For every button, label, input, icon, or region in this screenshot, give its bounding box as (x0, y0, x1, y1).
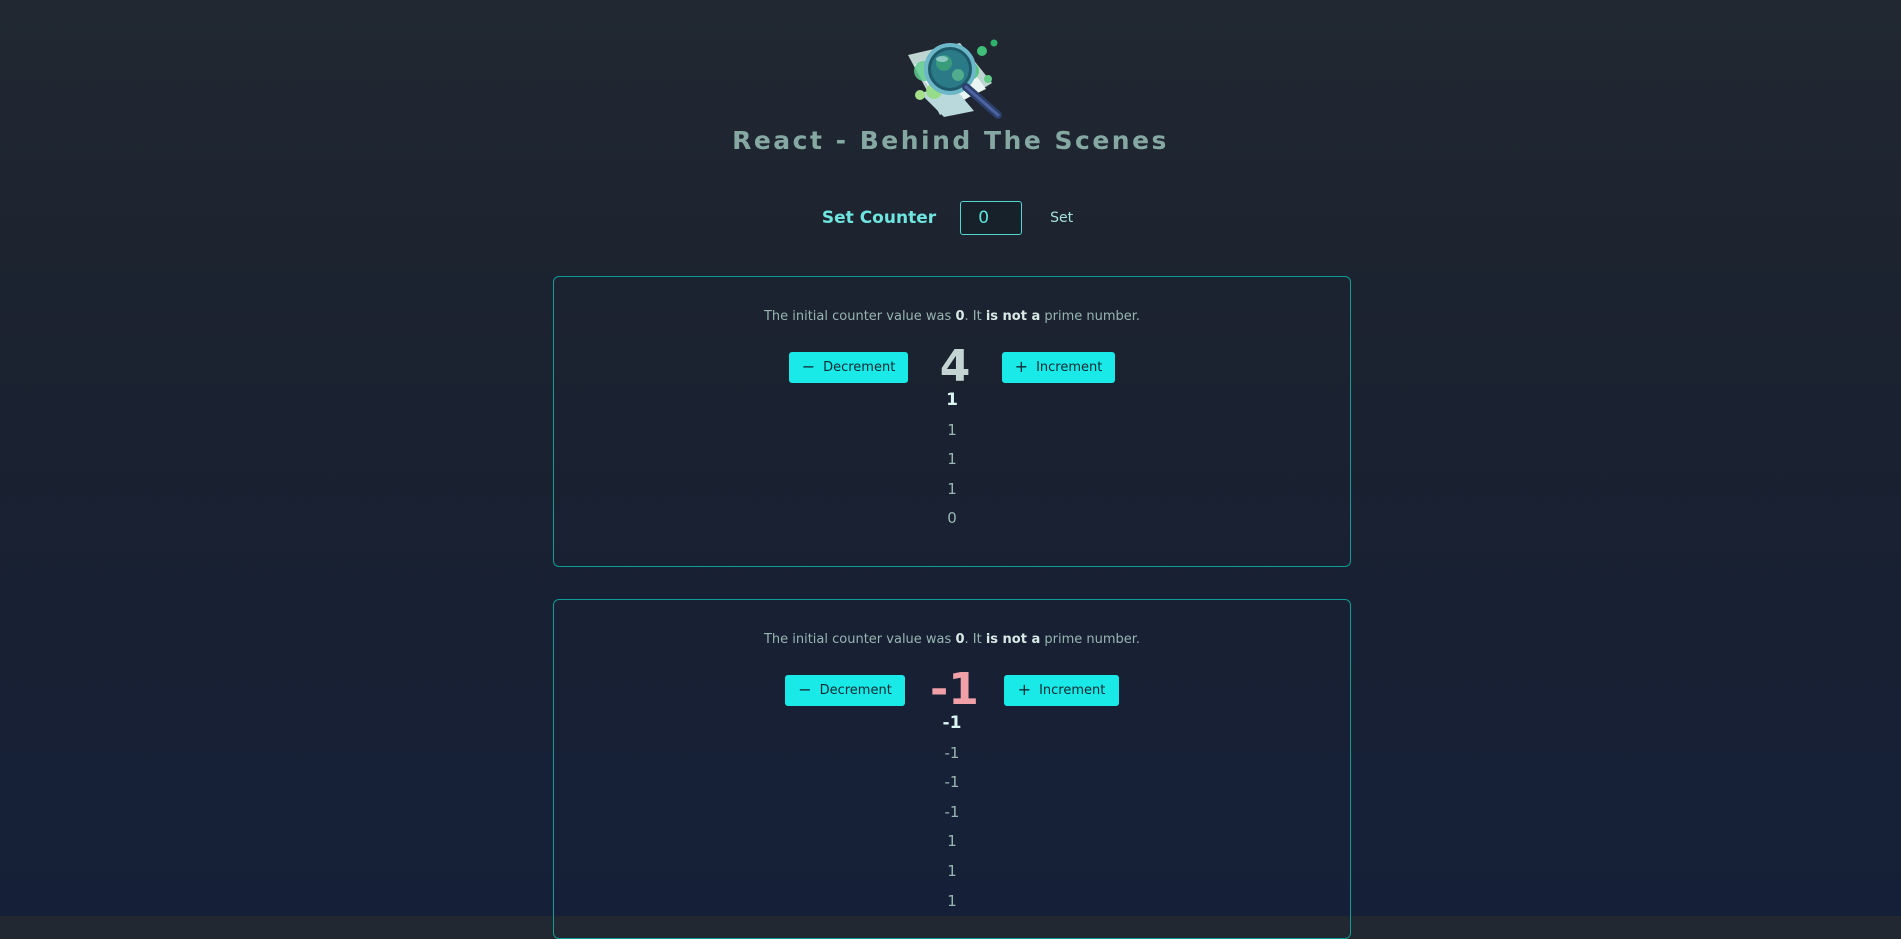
info-prefix: The initial counter value was (763, 309, 956, 324)
history-item: -1 (944, 802, 960, 821)
counter-panel: The initial counter value was 0 . It is n… (553, 276, 1351, 567)
configure-counter-section: Set Counter Set (0, 200, 1901, 236)
counter-value-input[interactable] (960, 201, 1023, 235)
history-item: 1 (947, 832, 957, 851)
decrement-label: Decrement (819, 682, 892, 698)
history-item: -1 (942, 713, 962, 733)
history-item: 1 (947, 861, 957, 880)
counter-history-list: 1 1 1 1 0 (554, 386, 1350, 534)
history-item: 1 (946, 390, 958, 410)
history-item: 1 (947, 891, 957, 910)
history-item: 1 (947, 420, 957, 439)
info-suffix: prime number. (1040, 309, 1141, 324)
info-suffix: prime number. (1040, 632, 1141, 647)
info-middle: . It (964, 632, 986, 647)
decrement-button[interactable]: − Decrement (789, 351, 908, 383)
increment-label: Increment (1039, 682, 1106, 698)
counter-info-text: The initial counter value was 0. It is n… (554, 632, 1350, 647)
history-item: 1 (947, 479, 957, 498)
history-item: 1 (947, 450, 957, 469)
set-button[interactable]: Set (1044, 206, 1079, 230)
history-item: 0 (947, 509, 957, 528)
counter-panel: The initial counter value was 0. It is n… (553, 599, 1351, 939)
page-title: React - Behind The Scenes (732, 126, 1169, 155)
history-item: -1 (944, 773, 960, 792)
plus-icon: + (1014, 357, 1029, 376)
prime-status: is not a (985, 632, 1041, 647)
set-counter-label: Set Counter (821, 208, 937, 228)
minus-icon: − (798, 680, 812, 699)
counter-history-list: -1 -1 -1 -1 1 1 1 (554, 709, 1350, 916)
increment-button[interactable]: + Increment (1004, 674, 1119, 706)
increment-label: Increment (1036, 359, 1103, 375)
plus-icon: + (1017, 680, 1032, 699)
increment-button[interactable]: + Increment (1002, 351, 1115, 383)
info-prefix: The initial counter value was (763, 632, 956, 647)
minus-icon: − (801, 357, 816, 376)
decrement-label: Decrement (823, 359, 896, 375)
history-item: -1 (944, 743, 960, 762)
decrement-button[interactable]: − Decrement (785, 674, 905, 706)
counter-info-text: The initial counter value was 0. It is n… (554, 309, 1350, 324)
magnifier-map-logo-icon (908, 39, 1002, 119)
prime-status: is not a (985, 309, 1041, 324)
info-middle: . It (964, 309, 986, 324)
